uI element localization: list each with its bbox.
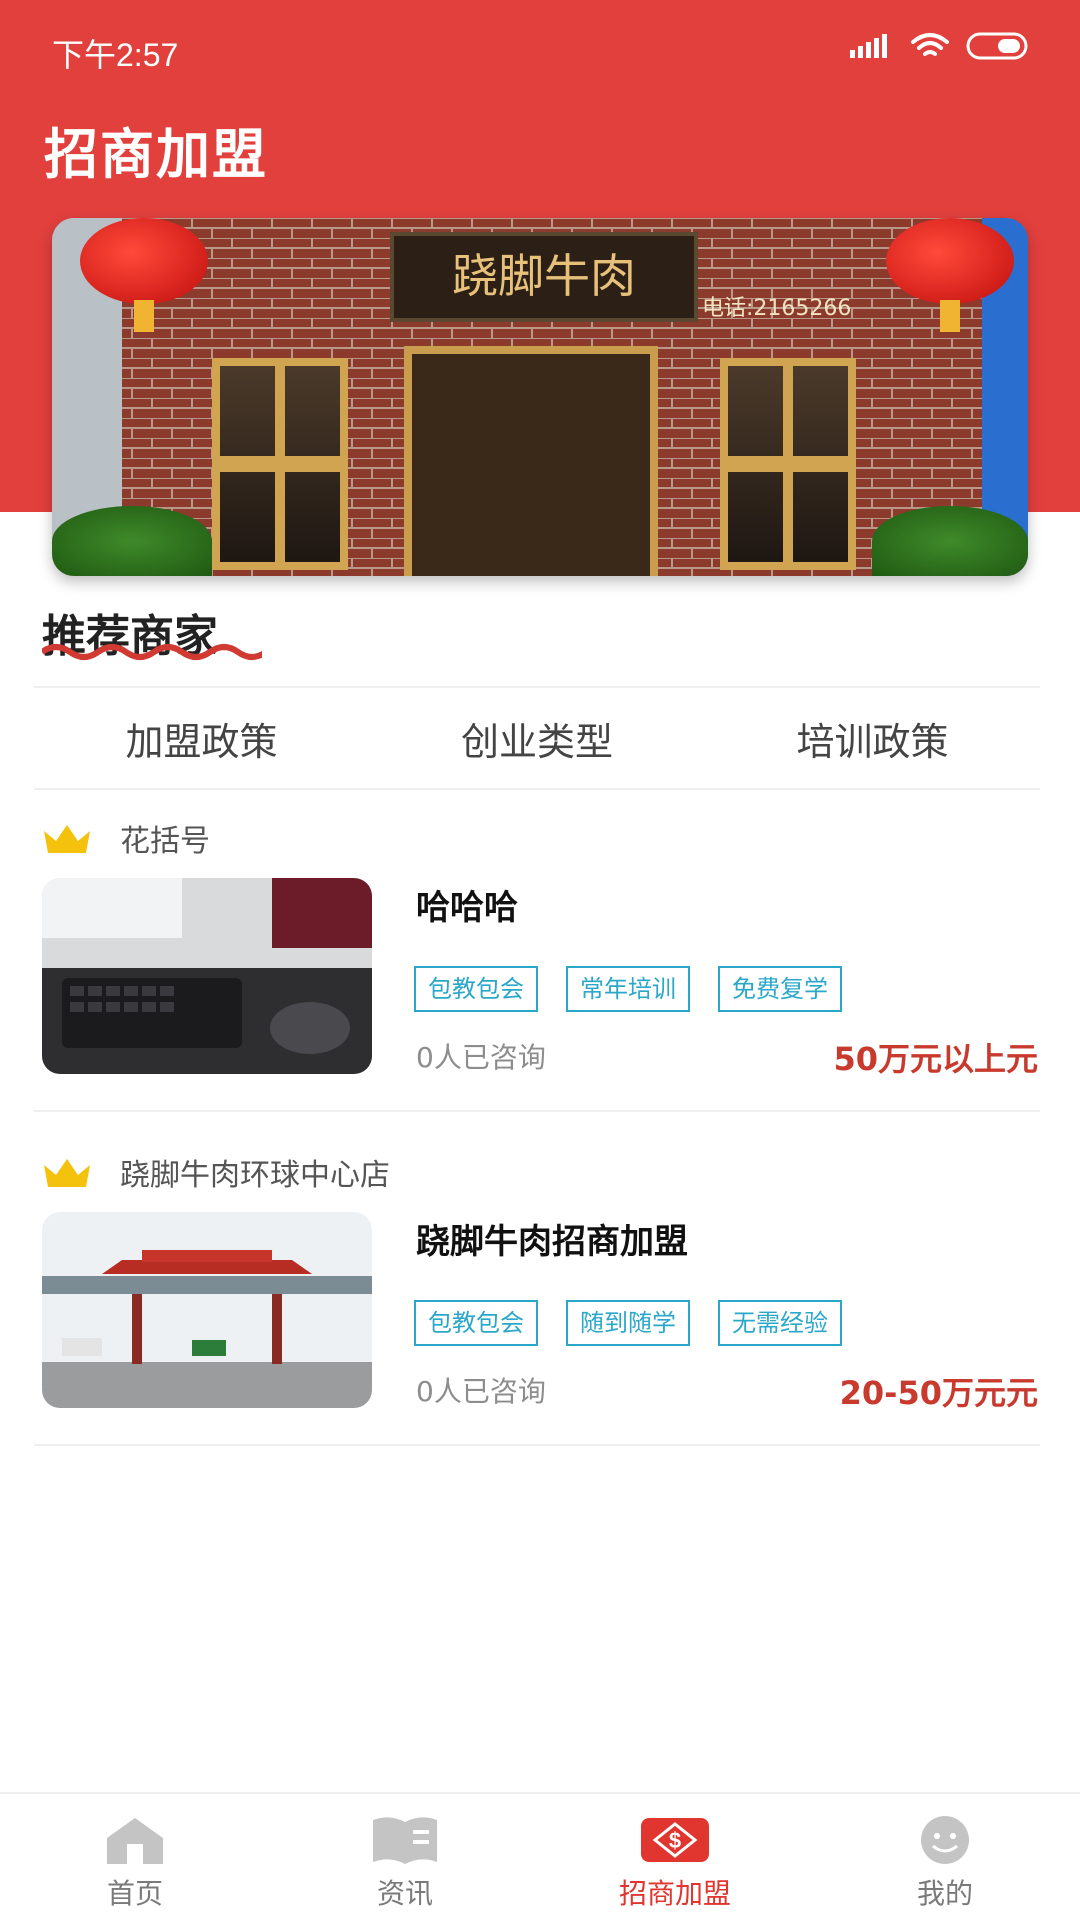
gate-photo xyxy=(42,1212,372,1408)
crown-icon xyxy=(44,825,90,853)
listing-2-price: 20-50万元元 xyxy=(839,1374,1038,1412)
nav-news[interactable]: 资讯 xyxy=(270,1794,540,1922)
banner-image[interactable]: 跷脚牛肉 电话:2165266 xyxy=(52,218,1028,576)
listing-1-consult-count: 0人已咨询 xyxy=(416,1041,546,1074)
nav-franchise-label: 招商加盟 xyxy=(618,1877,731,1910)
signal-icon xyxy=(850,34,887,58)
listing-1-price: 50万元以上元 xyxy=(833,1040,1038,1078)
listing-1-tags: 包教包会 常年培训 免费复学 xyxy=(414,966,842,1012)
tag: 无需经验 xyxy=(718,1300,842,1346)
home-icon xyxy=(107,1818,163,1864)
shop-sign: 跷脚牛肉 xyxy=(390,232,698,322)
listing-2-title[interactable]: 跷脚牛肉招商加盟 xyxy=(416,1214,688,1263)
listing-2-image[interactable] xyxy=(42,1212,372,1408)
lantern-right xyxy=(886,218,1014,332)
nav-home-label: 首页 xyxy=(106,1877,163,1910)
shop-phone: 电话:2165266 xyxy=(702,296,852,321)
nav-home[interactable]: 首页 xyxy=(0,1794,270,1922)
smiley-icon xyxy=(921,1816,969,1864)
status-time: 下午2:57 xyxy=(52,37,179,73)
tag: 包教包会 xyxy=(414,1300,538,1346)
book-icon xyxy=(373,1817,437,1864)
nav-mine-label: 我的 xyxy=(916,1877,973,1910)
tag: 包教包会 xyxy=(414,966,538,1012)
page-title: 招商加盟 xyxy=(44,123,268,186)
listing-divider xyxy=(34,1444,1040,1446)
tab-business-type[interactable]: 创业类型 xyxy=(370,711,705,766)
listing-2-shop-name: 跷脚牛肉环球中心店 xyxy=(120,1158,390,1193)
listing-1-image[interactable] xyxy=(42,878,372,1074)
keyboard-photo xyxy=(42,878,372,1074)
listing-2-tags: 包教包会 随到随学 无需经验 xyxy=(414,1300,842,1346)
money-icon: $ xyxy=(641,1818,709,1862)
tabs-bottom-divider xyxy=(34,788,1040,790)
window-right xyxy=(720,358,856,570)
listing-divider xyxy=(34,1110,1040,1112)
wave-underline xyxy=(42,644,262,660)
crown-icon xyxy=(44,1159,90,1187)
nav-news-label: 资讯 xyxy=(376,1877,433,1910)
listing-1-shop-name: 花括号 xyxy=(120,824,210,859)
tab-join-policy[interactable]: 加盟政策 xyxy=(34,711,369,766)
battery-icon xyxy=(966,32,1028,60)
bush-right xyxy=(872,506,1028,576)
status-bar: 下午2:57 xyxy=(0,0,1080,100)
window-left xyxy=(212,358,348,570)
nav-mine[interactable]: 我的 xyxy=(810,1794,1080,1922)
svg-text:$: $ xyxy=(669,1828,681,1853)
bush-left xyxy=(52,506,212,576)
wifi-icon xyxy=(911,33,949,56)
tag: 免费复学 xyxy=(718,966,842,1012)
nav-franchise[interactable]: $ 招商加盟 xyxy=(540,1794,810,1922)
listing-2-header[interactable]: 跷脚牛肉环球中心店 xyxy=(42,1150,390,1194)
listing-1-title[interactable]: 哈哈哈 xyxy=(416,880,518,929)
tab-training-policy[interactable]: 培训政策 xyxy=(705,711,1040,766)
lantern-left xyxy=(80,218,208,332)
status-icons xyxy=(850,32,1032,60)
bottom-navigation: 首页 资讯 $ 招商加盟 我的 xyxy=(0,1792,1080,1922)
shop-door xyxy=(404,346,658,576)
listing-1-header[interactable]: 花括号 xyxy=(42,816,210,860)
tag: 随到随学 xyxy=(566,1300,690,1346)
tag: 常年培训 xyxy=(566,966,690,1012)
filter-tabs: 加盟政策 创业类型 培训政策 xyxy=(34,688,1040,788)
listing-2-consult-count: 0人已咨询 xyxy=(416,1375,546,1408)
